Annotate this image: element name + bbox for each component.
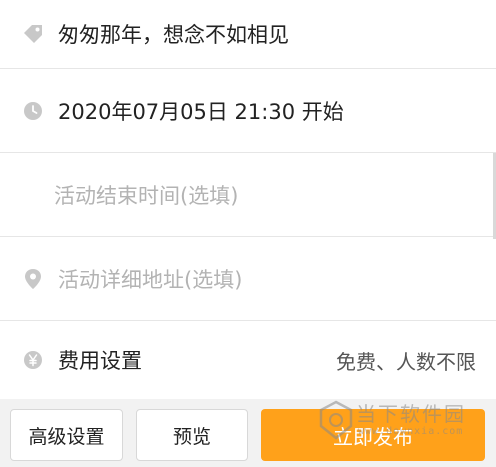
location-pin-icon xyxy=(22,268,44,290)
advanced-settings-button[interactable]: 高级设置 xyxy=(10,409,123,461)
end-time-row[interactable]: 活动结束时间(选填) xyxy=(0,153,496,237)
fee-settings-row[interactable]: 费用设置 免费、人数不限 xyxy=(0,321,496,399)
address-row[interactable]: 活动详细地址(选填) xyxy=(0,237,496,321)
tag-icon xyxy=(22,23,44,45)
publish-now-button[interactable]: 立即发布 xyxy=(261,409,485,461)
address-placeholder: 活动详细地址(选填) xyxy=(58,267,243,292)
start-time-text: 2020年07月05日 21:30 开始 xyxy=(58,99,344,124)
activity-title-text: 匆匆那年，想念不如相见 xyxy=(58,23,289,47)
end-time-placeholder: 活动结束时间(选填) xyxy=(54,183,239,208)
yen-icon xyxy=(22,349,44,371)
preview-button[interactable]: 预览 xyxy=(136,409,248,461)
clock-icon xyxy=(22,100,44,122)
activity-title-row[interactable]: 匆匆那年，想念不如相见 xyxy=(0,0,496,69)
start-time-row[interactable]: 2020年07月05日 21:30 开始 xyxy=(0,69,496,153)
fee-settings-value: 免费、人数不限 xyxy=(336,349,476,374)
fee-settings-label: 费用设置 xyxy=(58,349,142,373)
bottom-action-bar: 高级设置 预览 立即发布 xyxy=(0,399,496,467)
